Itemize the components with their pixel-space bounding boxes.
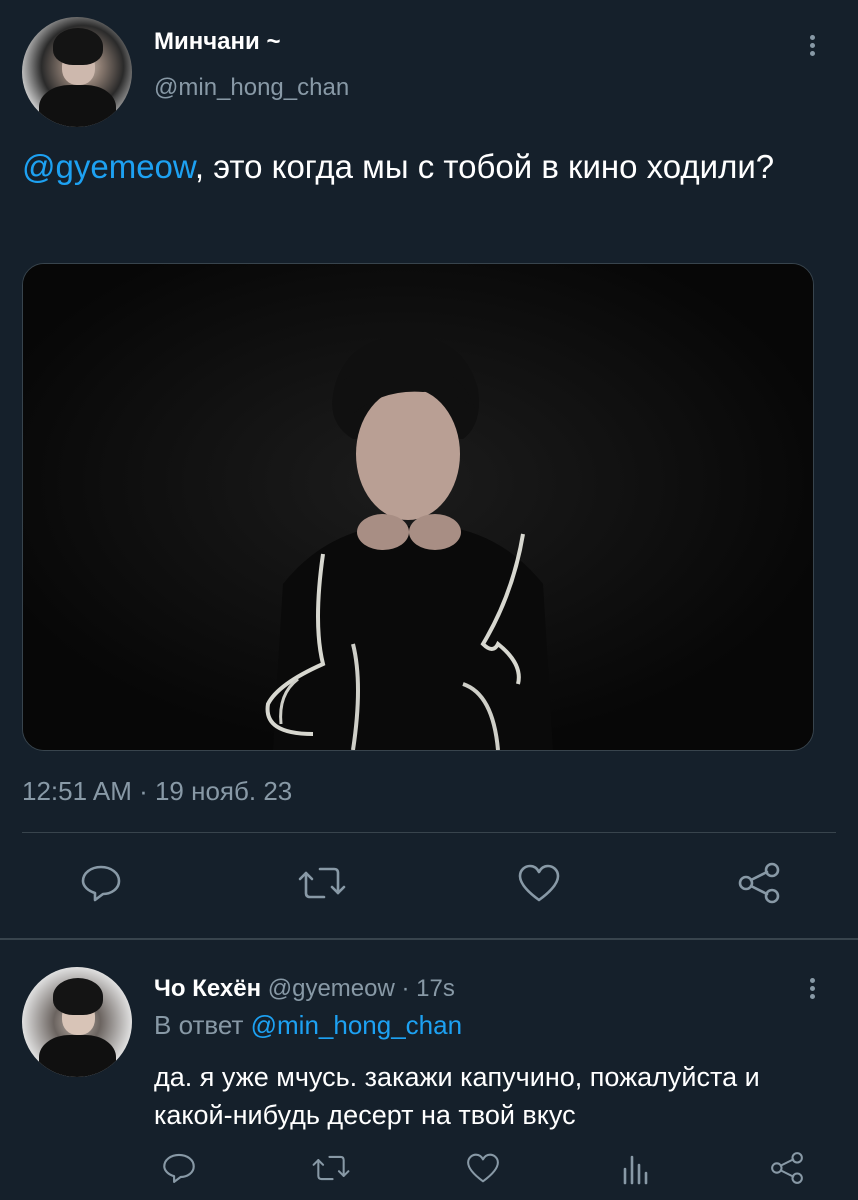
replying-to-mention[interactable]: @min_hong_chan — [251, 1010, 462, 1040]
reply-meta: @gyemeow · 17s — [267, 975, 455, 1002]
tweet-timestamp[interactable]: 12:51 AM · 19 нояб. 23 — [22, 776, 292, 807]
analytics-icon[interactable] — [610, 1143, 660, 1193]
photo-image — [23, 264, 813, 750]
tweet-text-body: , это когда мы с тобой в кино ходили? — [194, 148, 775, 185]
reply-display-name[interactable]: Чо Кехён — [154, 975, 261, 1002]
divider — [22, 832, 836, 833]
reply-more-options-icon[interactable] — [800, 975, 824, 1011]
retweet-icon[interactable] — [306, 1143, 356, 1193]
thread-divider — [0, 938, 858, 940]
share-icon[interactable] — [762, 1143, 812, 1193]
tweet-text: @gyemeow, это когда мы с тобой в кино хо… — [22, 145, 822, 189]
reply-author-line[interactable]: Чо Кехён @gyemeow · 17s — [154, 975, 455, 1003]
reply-icon[interactable] — [154, 1143, 204, 1193]
like-icon[interactable] — [514, 858, 564, 908]
mention-link[interactable]: @gyemeow — [22, 148, 195, 185]
author-avatar[interactable] — [22, 17, 132, 127]
main-tweet: Минчани ~ @min_hong_chan @gyemeow, это к… — [0, 0, 858, 938]
reply-text: да. я уже мчусь. закажи капучино, пожалу… — [154, 1062, 760, 1130]
reply-author-avatar[interactable] — [22, 967, 132, 1077]
replying-to: В ответ @min_hong_chan — [154, 1010, 462, 1041]
author-handle[interactable]: @min_hong_chan — [154, 74, 349, 102]
reply-icon[interactable] — [76, 858, 126, 908]
replying-prefix: В ответ — [154, 1010, 244, 1040]
more-options-icon[interactable] — [800, 32, 824, 68]
retweet-icon[interactable] — [297, 858, 347, 908]
tweet-photo[interactable] — [22, 263, 814, 751]
like-icon[interactable] — [458, 1143, 508, 1193]
share-icon[interactable] — [734, 858, 784, 908]
author-display-name[interactable]: Минчани ~ — [154, 28, 280, 56]
